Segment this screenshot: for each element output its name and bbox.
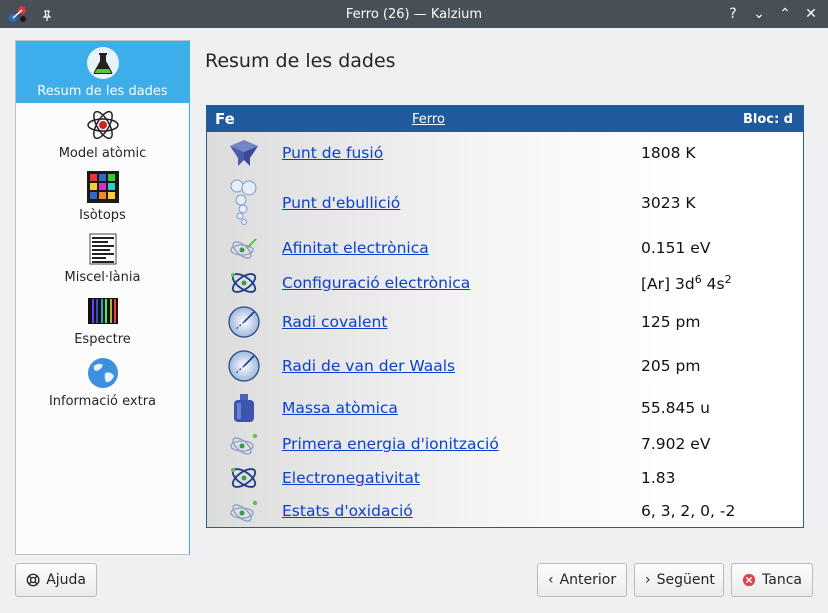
electron-affinity-value: 0.151 eV [641, 239, 711, 257]
sidebar-item-label: Isòtops [79, 208, 126, 223]
electron-affinity-link[interactable]: Afinitat electrònica [282, 239, 429, 257]
sidebar-item-summary[interactable]: Resum de les dades [16, 41, 189, 103]
title-bar: Ferro (26) — Kalzium ? ⌄ ⌃ ✕ [0, 0, 828, 28]
close-button-label: Tanca [762, 572, 802, 588]
table-row: Radi de van der Waals 205 pm [207, 346, 803, 386]
sidebar-item-label: Model atòmic [58, 146, 147, 161]
page-sidebar: Resum de les dades Model atòmic Isòtops [15, 40, 190, 555]
sidebar-item-label: Miscel·lània [64, 270, 141, 285]
element-summary-panel: Fe Ferro Bloc: d Punt de fusió 1808 K Pu… [206, 105, 804, 528]
vdw-radius-link[interactable]: Radi de van der Waals [282, 357, 455, 375]
electron-config-icon [227, 266, 261, 300]
oxidation-states-value: 6, 3, 2, 0, -2 [641, 502, 736, 520]
electronegativity-value: 1.83 [641, 469, 676, 487]
flask-icon [86, 47, 119, 79]
table-row: Electronegativitat 1.83 [207, 462, 803, 494]
sidebar-item-label: Espectre [74, 332, 131, 347]
boiling-point-value: 3023 K [641, 194, 696, 212]
ionization-energy-link[interactable]: Primera energia d'ionització [282, 435, 499, 453]
melting-point-link[interactable]: Punt de fusió [282, 144, 383, 162]
pin-icon[interactable] [38, 6, 56, 26]
atomic-mass-icon [227, 391, 261, 425]
oxidation-states-link[interactable]: Estats d'oxidació [282, 502, 413, 520]
close-button[interactable]: Tanca [731, 563, 813, 597]
atom-icon [86, 110, 119, 140]
ionization-energy-icon [227, 427, 261, 461]
electronegativity-icon [227, 461, 261, 495]
minimize-button[interactable]: ⌄ [750, 4, 768, 24]
electron-config-link[interactable]: Configuració electrònica [282, 274, 470, 292]
spectrum-icon [87, 298, 118, 324]
help-button-label: Ajuda [46, 572, 86, 588]
table-row: Radi covalent 125 pm [207, 302, 803, 342]
chevron-right-icon: › [645, 572, 651, 588]
covalent-radius-link[interactable]: Radi covalent [282, 313, 387, 331]
chevron-left-icon: ‹ [548, 572, 554, 588]
covalent-radius-value: 125 pm [641, 313, 701, 331]
element-name-link[interactable]: Ferro [412, 112, 445, 127]
maximize-button[interactable]: ⌃ [776, 4, 794, 24]
atomic-mass-value: 55.845 u [641, 399, 710, 417]
table-row: Punt de fusió 1808 K [207, 136, 803, 170]
next-button-label: Següent [656, 572, 715, 588]
globe-icon [87, 358, 118, 388]
sidebar-item-label: Informació extra [48, 394, 157, 409]
sidebar-item-label: Resum de les dades [37, 84, 168, 99]
sidebar-item-atomic-model[interactable]: Model atòmic [16, 103, 189, 165]
atomic-mass-link[interactable]: Massa atòmica [282, 399, 398, 417]
sidebar-item-spectrum[interactable]: Espectre [16, 289, 189, 351]
next-button[interactable]: › Següent [634, 563, 724, 597]
table-row: Afinitat electrònica 0.151 eV [207, 232, 803, 264]
electronegativity-link[interactable]: Electronegativitat [282, 469, 420, 487]
panel-header: Fe Ferro Bloc: d [207, 106, 803, 132]
element-block: Bloc: d [742, 111, 793, 127]
electron-config-value: [Ar] 3d6 4s2 [641, 272, 732, 294]
page-title: Resum de les dades [205, 50, 396, 72]
close-icon [742, 573, 756, 587]
electron-affinity-icon [227, 231, 261, 265]
boiling-point-link[interactable]: Punt d'ebullició [282, 194, 400, 212]
covalent-radius-icon [227, 305, 261, 339]
ionization-energy-value: 7.902 eV [641, 435, 711, 453]
close-window-button[interactable]: ✕ [802, 4, 820, 24]
previous-button[interactable]: ‹ Anterior [537, 563, 627, 597]
isotopes-icon [86, 171, 119, 203]
boiling-point-icon [227, 176, 261, 230]
sidebar-item-isotopes[interactable]: Isòtops [16, 165, 189, 227]
app-icon [8, 4, 28, 28]
sidebar-item-extra-info[interactable]: Informació extra [16, 351, 189, 413]
vdw-radius-value: 205 pm [641, 357, 701, 375]
table-row: Primera energia d'ionització 7.902 eV [207, 428, 803, 460]
lifebuoy-icon [26, 573, 40, 587]
previous-button-label: Anterior [559, 572, 617, 588]
help-button[interactable]: Ajuda [15, 563, 97, 597]
element-symbol: Fe [215, 110, 235, 128]
vdw-radius-icon [227, 349, 261, 383]
table-row: Estats d'oxidació 6, 3, 2, 0, -2 [207, 495, 803, 527]
misc-icon [89, 233, 116, 265]
sidebar-item-misc[interactable]: Miscel·lània [16, 227, 189, 289]
table-row: Massa atòmica 55.845 u [207, 390, 803, 426]
melting-point-value: 1808 K [641, 144, 696, 162]
window-title: Ferro (26) — Kalzium [345, 6, 483, 22]
help-titlebar-button[interactable]: ? [724, 4, 742, 24]
table-row: Punt d'ebullició 3023 K [207, 176, 803, 230]
oxidation-states-icon [227, 494, 261, 528]
table-row: Configuració electrònica [Ar] 3d6 4s2 [207, 266, 803, 300]
melting-point-icon [227, 136, 261, 170]
